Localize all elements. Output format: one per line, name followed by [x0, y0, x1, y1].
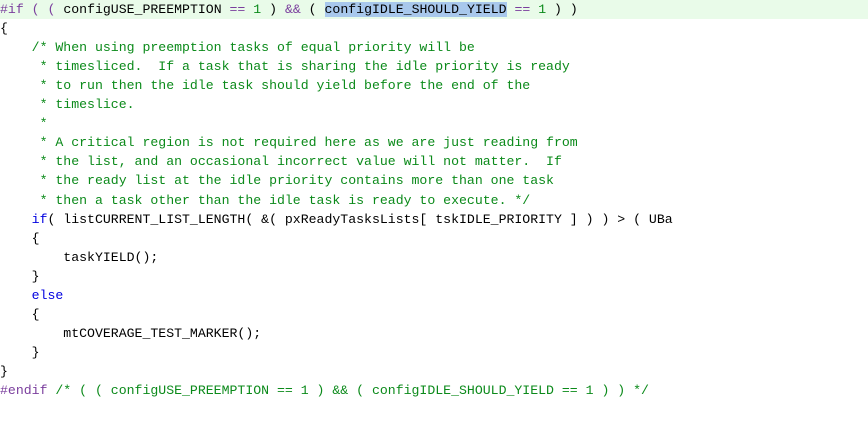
- code-token: (: [300, 2, 325, 17]
- code-line[interactable]: taskYIELD();: [0, 248, 868, 267]
- code-line[interactable]: {: [0, 305, 868, 324]
- code-token: /* ( ( configUSE_PREEMPTION == 1 ) && ( …: [47, 383, 649, 398]
- code-line[interactable]: * timeslice.: [0, 95, 868, 114]
- code-line[interactable]: else: [0, 286, 868, 305]
- code-token: }: [0, 344, 40, 360]
- code-line[interactable]: * then a task other than the idle task i…: [0, 191, 868, 210]
- code-token: *: [0, 116, 48, 132]
- code-token: taskYIELD();: [0, 249, 159, 265]
- code-token: * the ready list at the idle priority co…: [0, 173, 554, 189]
- code-token: * timeslice.: [0, 97, 135, 113]
- code-token: ( (: [23, 2, 64, 17]
- code-token: * A critical region is not required here…: [0, 135, 578, 151]
- code-line[interactable]: * the list, and an occasional incorrect …: [0, 152, 868, 171]
- code-line[interactable]: *: [0, 114, 868, 133]
- code-token: /* When using preemption tasks of equal …: [0, 40, 475, 56]
- code-line[interactable]: {: [0, 229, 868, 248]
- code-token: else: [31, 287, 64, 303]
- code-token: {: [0, 306, 40, 322]
- code-token: ) ): [546, 2, 578, 17]
- code-line[interactable]: if( listCURRENT_LIST_LENGTH( &( pxReadyT…: [0, 210, 868, 229]
- code-line[interactable]: * the ready list at the idle priority co…: [0, 171, 868, 190]
- code-token: }: [0, 363, 8, 379]
- code-token: 1: [253, 2, 262, 17]
- code-line[interactable]: {: [0, 19, 868, 38]
- code-line[interactable]: /* When using preemption tasks of equal …: [0, 38, 868, 57]
- code-line[interactable]: * A critical region is not required here…: [0, 133, 868, 152]
- code-line[interactable]: * to run then the idle task should yield…: [0, 76, 868, 95]
- code-token: {: [0, 21, 8, 37]
- code-token: ==: [221, 2, 254, 17]
- code-token: * to run then the idle task should yield…: [0, 78, 531, 94]
- code-line[interactable]: #if ( ( configUSE_PREEMPTION == 1 ) && (…: [0, 0, 868, 19]
- code-token: configUSE_PREEMPTION: [63, 2, 222, 17]
- code-line[interactable]: * timesliced. If a task that is sharing …: [0, 57, 868, 76]
- code-token: #if: [0, 2, 24, 17]
- code-token: * the list, and an occasional incorrect …: [0, 154, 562, 170]
- code-token: if: [31, 211, 48, 227]
- code-line[interactable]: }: [0, 362, 868, 381]
- code-token: * timesliced. If a task that is sharing …: [0, 59, 570, 75]
- code-editor[interactable]: #if ( ( configUSE_PREEMPTION == 1 ) && (…: [0, 0, 868, 437]
- code-token: ==: [506, 2, 539, 17]
- code-token: * then a task other than the idle task i…: [0, 192, 531, 208]
- code-token: 1: [538, 2, 547, 17]
- code-token: ): [261, 2, 285, 17]
- code-token: &&: [284, 2, 301, 17]
- selected-token: configIDLE_SHOULD_YIELD: [324, 2, 507, 17]
- code-line[interactable]: }: [0, 267, 868, 286]
- code-token: {: [0, 230, 40, 246]
- code-line[interactable]: #endif /* ( ( configUSE_PREEMPTION == 1 …: [0, 381, 868, 400]
- code-line[interactable]: mtCOVERAGE_TEST_MARKER();: [0, 324, 868, 343]
- code-token: ( listCURRENT_LIST_LENGTH( &( pxReadyTas…: [47, 211, 673, 227]
- code-token: }: [0, 268, 40, 284]
- code-token: #endif: [0, 383, 48, 398]
- code-line[interactable]: }: [0, 343, 868, 362]
- code-token: mtCOVERAGE_TEST_MARKER();: [0, 325, 262, 341]
